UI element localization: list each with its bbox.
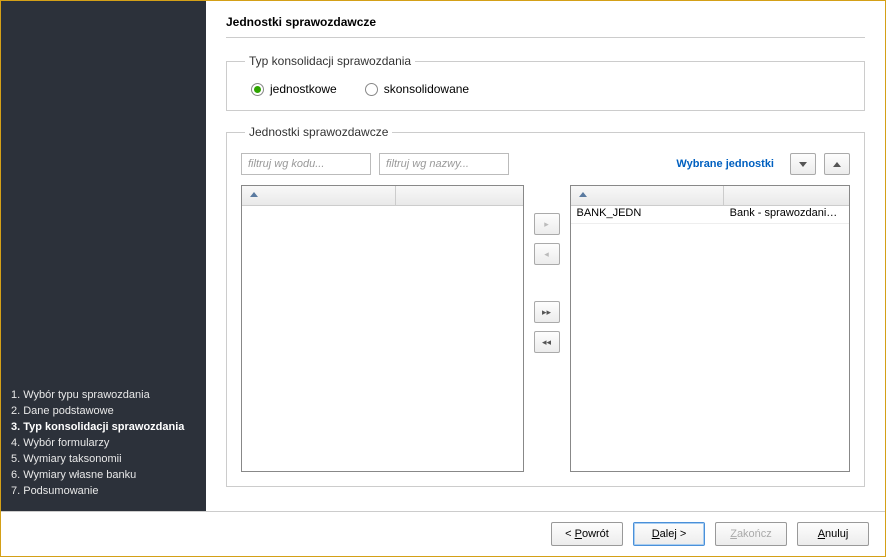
group-consolidation-legend: Typ konsolidacji sprawozdania — [245, 54, 415, 68]
triangle-down-icon — [799, 162, 807, 167]
radio-dot-icon — [365, 83, 378, 96]
back-button[interactable]: < Powrót — [551, 522, 623, 546]
step-item: 1. Wybór typu sprawozdania — [11, 387, 196, 403]
selected-header — [571, 186, 850, 206]
sort-asc-icon — [579, 192, 587, 197]
step-item: 3. Typ konsolidacji sprawozdania — [11, 419, 196, 435]
finish-rest: akończ — [737, 528, 772, 540]
wizard-window: 1. Wybór typu sprawozdania2. Dane podsta… — [0, 0, 886, 557]
available-header — [242, 186, 523, 206]
col-code[interactable] — [571, 186, 724, 205]
back-rest: owrót — [582, 528, 609, 540]
group-consolidation: Typ konsolidacji sprawozdania jednostkow… — [226, 54, 865, 111]
available-list[interactable] — [241, 185, 524, 472]
radio-skonsolidowane[interactable]: skonsolidowane — [365, 82, 469, 96]
group-units-legend: Jednostki sprawozdawcze — [245, 125, 392, 139]
available-body — [242, 206, 523, 471]
move-down-button[interactable] — [790, 153, 816, 175]
sidebar: 1. Wybór typu sprawozdania2. Dane podsta… — [1, 1, 206, 511]
content-area: 1. Wybór typu sprawozdania2. Dane podsta… — [1, 1, 885, 511]
remove-button[interactable]: ◂ — [534, 243, 560, 265]
step-item: 6. Wymiary własne banku — [11, 467, 196, 483]
radio-label: skonsolidowane — [384, 82, 469, 96]
add-all-button[interactable]: ▸▸ — [534, 301, 560, 323]
finish-button: Zakończ — [715, 522, 787, 546]
move-buttons: ▸ ◂ ▸▸ ◂◂ — [532, 185, 562, 472]
col-name[interactable] — [396, 186, 522, 205]
col-code[interactable] — [242, 186, 396, 205]
sort-asc-icon — [250, 192, 258, 197]
cancel-button[interactable]: Anuluj — [797, 522, 869, 546]
step-item: 4. Wybór formularzy — [11, 435, 196, 451]
page-title: Jednostki sprawozdawcze — [226, 15, 865, 38]
main-panel: Jednostki sprawozdawcze Typ konsolidacji… — [206, 1, 885, 511]
steps-list: 1. Wybór typu sprawozdania2. Dane podsta… — [11, 387, 196, 499]
radio-label: jednostkowe — [270, 82, 337, 96]
selected-list[interactable]: BANK_JEDN Bank - sprawozdania je... — [570, 185, 851, 472]
col-name[interactable] — [724, 186, 849, 205]
cell-code: BANK_JEDN — [571, 206, 724, 223]
table-row[interactable]: BANK_JEDN Bank - sprawozdania je... — [571, 206, 850, 224]
step-item: 7. Podsumowanie — [11, 483, 196, 499]
move-up-button[interactable] — [824, 153, 850, 175]
radio-jednostkowe[interactable]: jednostkowe — [251, 82, 337, 96]
dual-list: ▸ ◂ ▸▸ ◂◂ — [241, 185, 850, 472]
filter-row: Wybrane jednostki — [241, 153, 850, 175]
cell-name: Bank - sprawozdania je... — [724, 206, 849, 223]
remove-all-button[interactable]: ◂◂ — [534, 331, 560, 353]
filter-name-input[interactable] — [379, 153, 509, 175]
triangle-up-icon — [833, 162, 841, 167]
radio-dot-icon — [251, 83, 264, 96]
cancel-rest: nuluj — [825, 528, 848, 540]
next-rest: alej > — [660, 528, 687, 540]
next-button[interactable]: Dalej > — [633, 522, 705, 546]
step-item: 2. Dane podstawowe — [11, 403, 196, 419]
selected-units-label: Wybrane jednostki — [676, 158, 774, 170]
add-button[interactable]: ▸ — [534, 213, 560, 235]
group-units: Jednostki sprawozdawcze Wybrane jednostk… — [226, 125, 865, 487]
step-item: 5. Wymiary taksonomii — [11, 451, 196, 467]
selected-body: BANK_JEDN Bank - sprawozdania je... — [571, 206, 850, 471]
footer: < Powrót Dalej > Zakończ Anuluj — [1, 511, 885, 556]
filter-code-input[interactable] — [241, 153, 371, 175]
selected-column: BANK_JEDN Bank - sprawozdania je... — [570, 185, 851, 472]
consolidation-radios: jednostkowe skonsolidowane — [241, 82, 850, 96]
